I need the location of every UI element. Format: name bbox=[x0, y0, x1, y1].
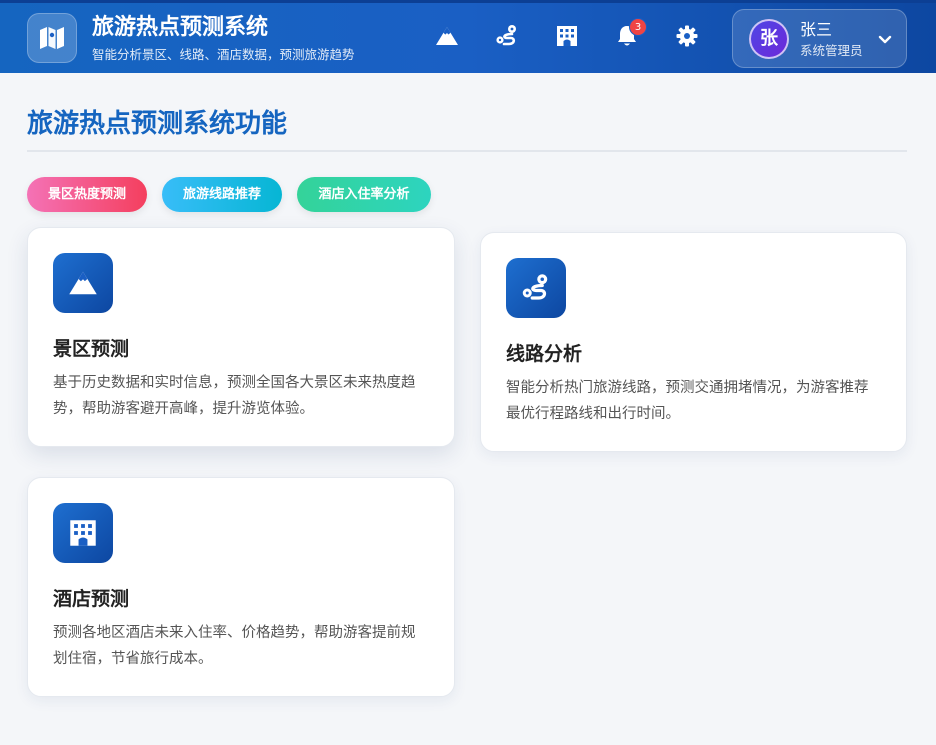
mountain-icon[interactable] bbox=[433, 22, 461, 50]
card-hotel-prediction[interactable]: 酒店预测 预测各地区酒店未来入住率、价格趋势，帮助游客提前规划住宿，节省旅行成本… bbox=[27, 477, 455, 697]
top-bar: 旅游热点预测系统 智能分析景区、线路、酒店数据，预测旅游趋势 3 张 张三 系统… bbox=[0, 0, 936, 73]
card-title: 线路分析 bbox=[506, 343, 583, 365]
route-icon[interactable] bbox=[493, 22, 521, 50]
divider bbox=[27, 150, 907, 152]
notification-badge: 3 bbox=[629, 18, 647, 36]
section-title: 旅游热点预测系统功能 bbox=[27, 109, 288, 139]
route-icon bbox=[506, 258, 566, 318]
app-title: 旅游热点预测系统 bbox=[92, 15, 269, 40]
card-title: 酒店预测 bbox=[53, 588, 130, 610]
user-name: 张三 bbox=[800, 20, 833, 39]
card-title: 景区预测 bbox=[53, 338, 130, 360]
hotel-icon[interactable] bbox=[553, 22, 581, 50]
avatar: 张 bbox=[749, 19, 789, 59]
map-logo-icon bbox=[27, 13, 77, 63]
tag-hotel-occupancy[interactable]: 酒店入住率分析 bbox=[297, 177, 431, 212]
card-route-analysis[interactable]: 线路分析 智能分析热门旅游线路，预测交通拥堵情况，为游客推荐最优行程路线和出行时… bbox=[480, 232, 907, 452]
gear-icon[interactable] bbox=[673, 22, 701, 50]
user-role: 系统管理员 bbox=[800, 43, 863, 58]
card-description: 预测各地区酒店未来入住率、价格趋势，帮助游客提前规划住宿，节省旅行成本。 bbox=[53, 625, 416, 667]
user-menu[interactable]: 张 张三 系统管理员 bbox=[732, 9, 907, 68]
tag-scenic-heat[interactable]: 景区热度预测 bbox=[27, 177, 147, 212]
app-subtitle: 智能分析景区、线路、酒店数据，预测旅游趋势 bbox=[92, 47, 355, 62]
card-description: 基于历史数据和实时信息，预测全国各大景区未来热度趋势，帮助游客避开高峰，提升游览… bbox=[53, 375, 416, 417]
hotel-icon bbox=[53, 503, 113, 563]
chevron-down-icon[interactable] bbox=[877, 31, 893, 47]
card-scenic-prediction[interactable]: 景区预测 基于历史数据和实时信息，预测全国各大景区未来热度趋势，帮助游客避开高峰… bbox=[27, 227, 455, 447]
tag-route-recommend[interactable]: 旅游线路推荐 bbox=[162, 177, 282, 212]
mountain-icon bbox=[53, 253, 113, 313]
card-description: 智能分析热门旅游线路，预测交通拥堵情况，为游客推荐最优行程路线和出行时间。 bbox=[506, 380, 869, 422]
